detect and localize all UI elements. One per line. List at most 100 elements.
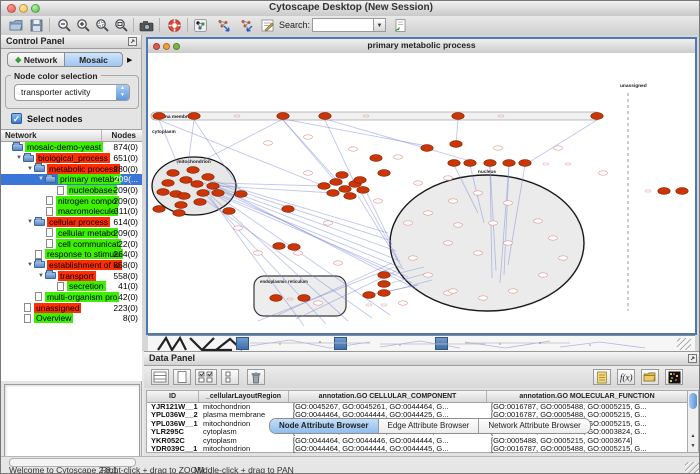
unexpressed-node[interactable] [474,191,483,195]
network-node[interactable] [187,167,199,174]
table-column-header[interactable]: annotation.GO CELLULAR_COMPONENT [289,391,487,402]
unexpressed-node[interactable] [394,155,403,159]
save-session-icon[interactable] [29,18,44,33]
network-node[interactable] [273,243,285,250]
annotation-icon[interactable] [260,18,275,33]
select-attributes-icon[interactable] [151,369,169,385]
network-node[interactable] [503,160,515,167]
unexpressed-node[interactable] [449,199,458,203]
network-node[interactable] [448,160,460,167]
network-node[interactable] [191,181,203,188]
tab-network-attribute-browser[interactable]: Network Attribute Browser [479,419,589,433]
unexpressed-node[interactable] [349,147,358,151]
network-node[interactable] [339,186,351,193]
window-resize-grip[interactable] [685,462,699,474]
network-node[interactable] [450,141,462,148]
disclosure-triangle-icon[interactable]: ▼ [37,273,45,279]
tree-row-transport[interactable]: ▼transport558(0) [1,270,142,281]
network-node[interactable] [464,160,476,167]
unexpressed-node[interactable] [304,135,313,139]
network-node[interactable] [676,188,688,195]
unexpressed-node[interactable] [559,256,568,260]
unexpressed-node[interactable] [534,219,543,223]
network-node[interactable] [153,206,165,213]
table-row[interactable]: YKR052Ccytoplasm[GO:0044464, GO:0044446,… [147,437,688,445]
unexpressed-node[interactable] [454,223,463,227]
unexpressed-node[interactable] [444,176,453,180]
table-column-header[interactable]: annotation.GO MOLECULAR_FUNCTION [487,391,688,402]
snapshot-camera-icon[interactable] [139,18,154,33]
network-node[interactable] [591,113,603,120]
network-node[interactable] [484,160,496,167]
layout-network-right-icon[interactable] [239,18,254,33]
tree-row-secretion[interactable]: secretion41(0) [1,281,142,292]
disclosure-triangle-icon[interactable]: ▼ [26,219,34,225]
network-node[interactable] [319,113,331,120]
unexpressed-node[interactable] [479,296,488,300]
search-dropdown-button[interactable]: ▼ [373,18,386,32]
tree-row-biological-process[interactable]: ▼biological_process651(0) [1,153,142,164]
background-frame-edge[interactable] [236,337,249,350]
unexpressed-node[interactable] [409,256,418,260]
tree-row-metabolic-process[interactable]: ▼metabolic process280(0) [1,163,142,174]
network-node[interactable] [357,187,369,194]
network-node[interactable] [327,190,339,197]
function-builder-icon[interactable]: f(x) [617,369,635,385]
network-node[interactable] [378,290,390,297]
search-input[interactable] [312,18,376,32]
disclosure-triangle-icon[interactable]: ▼ [26,262,34,268]
unexpressed-node[interactable] [324,221,333,225]
unexpressed-node[interactable] [504,201,513,205]
float-panel-icon[interactable] [688,354,697,363]
tree-row-mosaic-demo-yeast[interactable]: mosaic-demo-yeast874(0) [1,142,142,153]
network-node[interactable] [378,272,390,279]
network-node[interactable] [270,295,282,302]
import-table-icon[interactable] [393,18,408,33]
tab-mosaic[interactable]: Mosaic [65,52,123,67]
network-node[interactable] [288,244,300,251]
network-node[interactable] [153,113,165,120]
unexpressed-node[interactable] [404,221,413,225]
unexpressed-node[interactable] [509,289,518,293]
layout-network-left-icon[interactable] [216,18,231,33]
unexpressed-node[interactable] [334,261,343,265]
unexpressed-node[interactable] [599,171,608,175]
network-node[interactable] [212,190,224,197]
unexpressed-node[interactable] [254,251,263,255]
more-tabs-arrow-icon[interactable]: ▶ [127,56,132,64]
float-panel-icon[interactable] [128,37,137,46]
network-node[interactable] [452,113,464,120]
tab-network[interactable]: ❖Network [7,52,65,67]
frame-resize-grip[interactable] [677,338,691,350]
zoom-selected-icon[interactable] [95,18,110,33]
network-canvas[interactable]: plasma membranecytoplasmmitochondrionnuc… [148,53,695,333]
tree-row-multi-organism-pro[interactable]: multi-organism pro42(0) [1,292,142,303]
disclosure-triangle-icon[interactable]: ▼ [37,176,45,182]
tree-row-macromolecule[interactable]: macromolecule311(0) [1,206,142,217]
unselect-all-attributes-icon[interactable] [221,369,239,385]
network-node[interactable] [354,177,366,184]
unexpressed-node[interactable] [414,181,423,185]
tree-row-response-to-stimulu[interactable]: response to stimulu264(0) [1,249,142,260]
select-all-attributes-icon[interactable] [195,369,217,385]
unexpressed-node[interactable] [554,146,563,150]
unexpressed-node[interactable] [474,251,483,255]
network-node[interactable] [519,160,531,167]
unexpressed-node[interactable] [494,146,503,150]
delete-attribute-icon[interactable] [247,369,265,385]
scroll-down-icon[interactable]: ▼ [688,441,698,451]
network-node[interactable] [282,206,294,213]
network-tree-header[interactable]: Network Nodes [1,129,142,142]
tree-row-unassigned[interactable]: unassigned223(0) [1,302,142,313]
network-node[interactable] [378,281,390,288]
scroll-up-icon[interactable]: ▲ [688,431,698,441]
network-node[interactable] [173,210,185,217]
matrix-view-icon[interactable] [665,369,683,385]
zoom-in-icon[interactable] [76,18,91,33]
network-frame-titlebar[interactable]: primary metabolic process [148,39,695,54]
unexpressed-node[interactable] [424,211,433,215]
network-node[interactable] [167,170,179,177]
unexpressed-node[interactable] [374,199,383,203]
network-view-frame[interactable]: primary metabolic process plasma membran… [146,37,697,335]
tab-edge-attribute-browser[interactable]: Edge Attribute Browser [379,419,480,433]
